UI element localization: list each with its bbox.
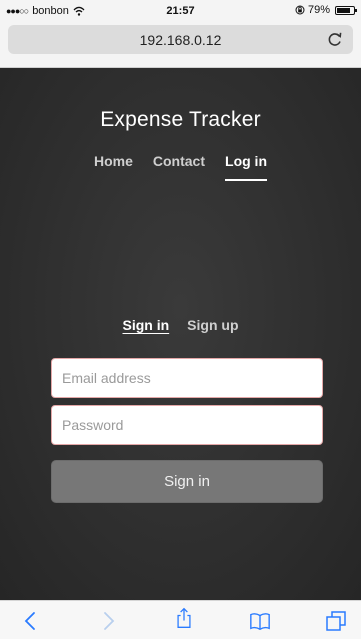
battery-percent: 79% xyxy=(307,4,330,16)
reload-icon[interactable] xyxy=(327,30,343,48)
tab-sign-up[interactable]: Sign up xyxy=(187,317,238,333)
nav-log-in[interactable]: Log in xyxy=(215,153,277,181)
back-chevron-icon[interactable] xyxy=(20,610,42,632)
address-bar[interactable]: 192.168.0.12 xyxy=(8,25,353,54)
sign-in-button[interactable]: Sign in xyxy=(51,460,323,503)
battery-icon xyxy=(335,5,357,15)
brand-title[interactable]: Expense Tracker xyxy=(0,108,361,132)
url-text[interactable]: 192.168.0.12 xyxy=(8,32,353,48)
main-nav: Home Contact Log in xyxy=(0,153,361,181)
password-field[interactable] xyxy=(51,405,323,445)
auth-tabs: Sign in Sign up xyxy=(0,317,361,333)
web-page: Expense Tracker Home Contact Log in Sign… xyxy=(0,68,361,600)
status-right: 79% xyxy=(295,4,357,16)
browser-toolbar xyxy=(0,600,361,639)
email-field[interactable] xyxy=(51,358,323,398)
status-bar: ●●●○○ bonbon 21:57 79% xyxy=(0,0,361,22)
share-icon[interactable] xyxy=(173,607,195,629)
nav-contact[interactable]: Contact xyxy=(143,153,215,181)
tabs-icon[interactable] xyxy=(325,610,347,632)
battery-tip xyxy=(355,8,357,12)
rotation-lock-icon xyxy=(295,5,305,15)
bookmarks-icon[interactable] xyxy=(249,610,271,632)
nav-home[interactable]: Home xyxy=(84,153,143,181)
forward-chevron-icon[interactable] xyxy=(97,610,119,632)
phone-screen: ●●●○○ bonbon 21:57 79% 192.168.0.12 Expe… xyxy=(0,0,361,639)
browser-chrome: ●●●○○ bonbon 21:57 79% 192.168.0.12 xyxy=(0,0,361,68)
battery-fill xyxy=(337,7,350,13)
tab-sign-in[interactable]: Sign in xyxy=(123,317,170,333)
